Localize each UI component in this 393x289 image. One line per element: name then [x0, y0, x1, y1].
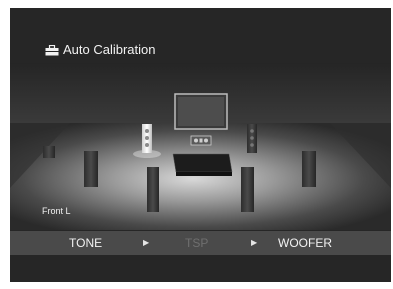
tv-screen	[174, 93, 228, 130]
step-bar: TONE ▶ TSP ▶ WOOFER	[10, 231, 391, 255]
arrow-right-icon: ▶	[143, 238, 150, 247]
step-woofer: WOOFER	[278, 236, 332, 250]
calibration-screen: Auto Calibration Front L TONE ▶ TSP ▶ WO…	[10, 8, 391, 282]
page-title: Auto Calibration	[63, 41, 156, 57]
speaker-front-right	[247, 124, 257, 153]
speaker-front-wide-right	[241, 167, 254, 212]
title-row: Auto Calibration	[45, 40, 156, 58]
speaker-front-wide-left	[147, 167, 159, 212]
speaker-subwoofer	[172, 153, 233, 176]
current-speaker-label: Front L	[42, 206, 71, 216]
step-tsp: TSP	[185, 236, 209, 250]
toolbox-icon	[45, 44, 59, 55]
speaker-surround-left	[84, 151, 98, 187]
speaker-surround-back-left	[43, 146, 55, 158]
arrow-right-icon: ▶	[251, 238, 258, 247]
speaker-surround-right	[302, 151, 316, 187]
step-tone: TONE	[69, 236, 103, 250]
speaker-center	[190, 135, 212, 146]
